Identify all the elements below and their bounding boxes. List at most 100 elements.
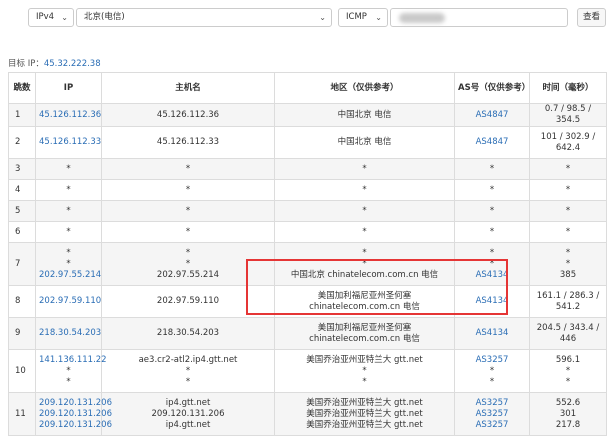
ip-link[interactable]: 202.97.59.110: [39, 296, 101, 307]
as-link[interactable]: AS4847: [458, 137, 526, 148]
time-value: *: [565, 226, 571, 237]
host-value: *: [185, 376, 191, 387]
host-value: ip4.gtt.net: [165, 397, 211, 408]
time-value: 161.1 / 286.3 / 541.2: [536, 290, 600, 312]
as-value: *: [489, 163, 495, 174]
as-link[interactable]: AS4847: [458, 110, 526, 121]
target-ip-input[interactable]: [390, 8, 568, 27]
as-value: *: [489, 258, 495, 269]
protocol-value: ICMP: [346, 12, 367, 22]
ip-cell: *: [35, 221, 102, 243]
host-cell: 202.97.59.110: [101, 285, 275, 318]
time-value: 552.6: [555, 397, 581, 408]
location-select[interactable]: 北京(电信) ⌄: [76, 8, 332, 27]
ip-link[interactable]: 45.126.112.33: [39, 137, 101, 148]
hop-cell: 8: [8, 285, 36, 318]
ip-link[interactable]: 209.120.131.206: [39, 409, 112, 420]
traceroute-table: 跳数 IP 主机名 地区（仅供参考） AS号（仅供参考） 时间（毫秒） 1 45.…: [8, 72, 607, 436]
host-value: 218.30.54.203: [156, 328, 220, 338]
ip-link[interactable]: 209.120.131.206: [39, 398, 112, 409]
as-link[interactable]: AS3257: [458, 420, 526, 431]
target-ip-value: 45.32.222.38: [43, 59, 101, 69]
hop-cell: 1: [8, 103, 36, 127]
region-cell: 美国乔治亚州亚特兰大 gtt.net 美国乔治亚州亚特兰大 gtt.net 美国乔治…: [274, 392, 455, 436]
as-cell: AS3257 * *: [454, 349, 530, 393]
time-value: *: [565, 184, 571, 195]
region-cell: 中国北京 电信: [274, 103, 455, 127]
as-value: *: [489, 226, 495, 237]
hop-number: 10: [15, 365, 26, 376]
region-cell: *: [274, 179, 455, 201]
region-value: *: [362, 226, 367, 237]
time-value: 301: [559, 408, 577, 419]
ip-version-select[interactable]: IPv4 ⌄: [28, 8, 74, 27]
time-value: 101 / 302.9 / 642.4: [540, 131, 596, 153]
as-link[interactable]: AS4134: [458, 270, 526, 281]
ip-link[interactable]: 45.126.112.36: [39, 110, 101, 121]
ip-version-value: IPv4: [36, 12, 55, 22]
table-row: 5 * * * * *: [8, 200, 607, 222]
hop-number: 5: [15, 205, 21, 216]
time-cell: * * 385: [529, 242, 607, 286]
ip-value: *: [66, 163, 71, 174]
time-cell: 596.1 * *: [529, 349, 607, 393]
target-ip-label: 目标 IP：: [8, 59, 44, 69]
ip-link[interactable]: 209.120.131.206: [39, 420, 112, 431]
region-value: *: [362, 205, 367, 216]
hop-cell: 9: [8, 317, 36, 350]
header-time: 时间（毫秒）: [529, 72, 607, 104]
ip-cell: 209.120.131.206 209.120.131.206 209.120.13…: [35, 392, 112, 436]
table-row: 7 * * 202.97.55.214 * * 202.97.55.214 * * 中国北京 ch…: [8, 242, 607, 286]
query-toolbar: IPv4 ⌄ 北京(电信) ⌄ ICMP ⌄ 查看: [0, 0, 614, 34]
ip-cell: * * 202.97.55.214: [35, 242, 102, 286]
ip-cell: 141.136.111.22 * *: [35, 349, 107, 393]
table-row: 3 * * * * *: [8, 158, 607, 180]
hop-number: 7: [15, 258, 21, 269]
ip-cell: *: [35, 200, 102, 222]
as-link[interactable]: AS3257: [458, 409, 526, 420]
hop-cell: 7: [8, 242, 36, 286]
hop-number: 11: [15, 408, 26, 419]
time-value: 596.1: [555, 354, 581, 365]
region-value: *: [362, 365, 367, 376]
time-cell: *: [529, 179, 607, 201]
ip-link[interactable]: 202.97.55.214: [39, 270, 101, 281]
time-cell: 552.6 301 217.8: [529, 392, 607, 436]
as-cell: *: [454, 158, 530, 180]
ip-cell: 218.30.54.203: [35, 317, 102, 350]
as-value: *: [489, 205, 495, 216]
region-cell: 美国加利福尼亚州圣何塞 chinatelecom.com.cn 电信: [274, 317, 455, 350]
header-region: 地区（仅供参考）: [274, 72, 455, 104]
hop-number: 1: [15, 109, 21, 120]
protocol-select[interactable]: ICMP ⌄: [338, 8, 388, 27]
as-link[interactable]: AS4134: [458, 328, 526, 339]
as-cell: AS4134: [454, 285, 530, 318]
region-cell: 美国乔治亚州亚特兰大 gtt.net * *: [274, 349, 455, 393]
region-value: 美国加利福尼亚州圣何塞 chinatelecom.com.cn 电信: [309, 290, 420, 312]
ip-link[interactable]: 218.30.54.203: [39, 328, 101, 339]
target-ip-line: 目标 IP：45.32.222.38: [8, 57, 101, 69]
as-value: *: [489, 365, 495, 376]
ip-link[interactable]: 141.136.111.22: [39, 355, 107, 366]
as-cell: AS4847: [454, 103, 530, 127]
as-link[interactable]: AS3257: [458, 398, 526, 409]
as-link[interactable]: AS3257: [458, 355, 526, 366]
host-value: 45.126.112.33: [156, 137, 220, 147]
hop-number: 8: [15, 296, 21, 306]
submit-button[interactable]: 查看: [577, 8, 606, 27]
as-cell: *: [454, 200, 530, 222]
region-value: *: [362, 258, 367, 269]
ip-cell: *: [35, 179, 102, 201]
ip-value: *: [66, 258, 71, 269]
time-value: *: [565, 205, 571, 216]
region-value: *: [362, 184, 367, 195]
hop-number: 9: [15, 328, 21, 338]
region-value: 中国北京 电信: [337, 109, 392, 120]
ip-value: *: [66, 376, 71, 387]
region-value: 美国乔治亚州亚特兰大 gtt.net: [306, 354, 423, 365]
as-link[interactable]: AS4134: [458, 296, 526, 307]
ip-value: *: [66, 184, 71, 195]
as-value: *: [489, 376, 495, 387]
as-cell: *: [454, 221, 530, 243]
hop-number: 4: [15, 184, 21, 195]
